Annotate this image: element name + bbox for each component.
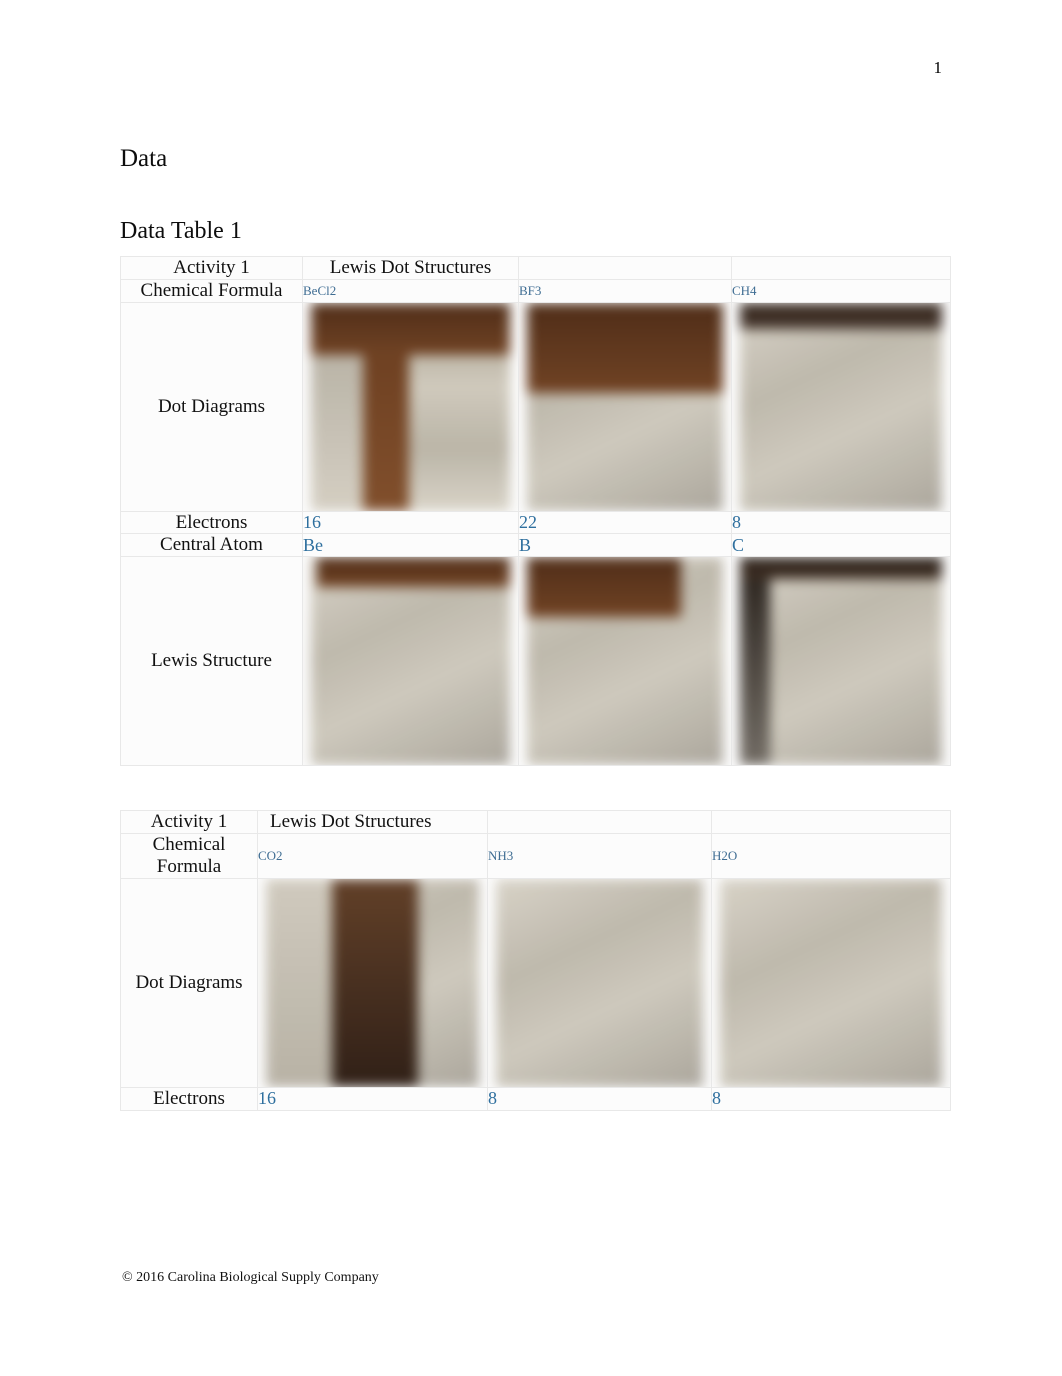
lewis-structure-image-becl2 bbox=[302, 556, 519, 767]
header-blank-3b bbox=[711, 810, 951, 835]
header-lewis-dot-structures-b: Lewis Dot Structures bbox=[257, 810, 488, 835]
header-blank-3 bbox=[731, 255, 951, 280]
table-row: Dot Diagrams bbox=[120, 877, 951, 1088]
formula-ch4: CH4 bbox=[731, 278, 951, 303]
blurred-photo bbox=[311, 302, 510, 511]
electrons-ch4: 8 bbox=[731, 510, 951, 535]
document-page: 1 Data Data Table 1 Activity 1 Lewis Dot… bbox=[0, 0, 1062, 1376]
row-label-lewis-structure: Lewis Structure bbox=[120, 556, 303, 767]
copyright-footer: © 2016 Carolina Biological Supply Compan… bbox=[122, 1270, 379, 1285]
table-row: Central Atom Be B C bbox=[120, 533, 951, 558]
data-table-2: Activity 1 Lewis Dot Structures Chemical… bbox=[120, 810, 951, 1111]
blurred-photo bbox=[527, 302, 723, 511]
header-activity-1: Activity 1 bbox=[120, 255, 303, 280]
page-number: 1 bbox=[933, 58, 943, 77]
blurred-photo bbox=[740, 557, 942, 766]
electrons-co2: 16 bbox=[257, 1086, 488, 1111]
data-table-1-heading: Data Table 1 bbox=[120, 217, 242, 244]
lewis-structure-image-ch4 bbox=[731, 556, 951, 767]
formula-bf3: BF3 bbox=[518, 278, 732, 303]
header-blank-2 bbox=[518, 255, 732, 280]
row-label-central-atom: Central Atom bbox=[120, 533, 303, 558]
electrons-bf3: 22 bbox=[518, 510, 732, 535]
data-table-1: Activity 1 Lewis Dot Structures Chemical… bbox=[120, 255, 951, 767]
blurred-photo bbox=[266, 878, 479, 1087]
dot-diagram-image-h2o bbox=[711, 877, 951, 1088]
row-label-chemical-formula: Chemical Formula bbox=[120, 278, 303, 303]
electrons-becl2: 16 bbox=[302, 510, 519, 535]
dot-diagram-image-becl2 bbox=[302, 301, 519, 512]
lewis-structure-image-bf3 bbox=[518, 556, 732, 767]
table-row: Dot Diagrams bbox=[120, 301, 951, 512]
table-row: Lewis Structure bbox=[120, 556, 951, 767]
table-row: Chemical Formula CO2 NH3 H2O bbox=[120, 833, 951, 879]
row-label-dot-diagrams-b: Dot Diagrams bbox=[120, 877, 258, 1088]
table-row: Activity 1 Lewis Dot Structures bbox=[120, 810, 951, 835]
dot-diagram-image-ch4 bbox=[731, 301, 951, 512]
blurred-photo bbox=[496, 878, 703, 1087]
row-label-electrons-b: Electrons bbox=[120, 1086, 258, 1111]
section-heading-data: Data bbox=[120, 145, 168, 172]
document-content: Data Data Table 1 Activity 1 Lewis Dot S… bbox=[120, 145, 960, 1111]
header-blank-2b bbox=[487, 810, 712, 835]
blurred-photo bbox=[311, 557, 510, 766]
dot-diagram-image-nh3 bbox=[487, 877, 712, 1088]
row-label-chemical-formula-b: Chemical Formula bbox=[120, 833, 258, 879]
central-atom-becl2: Be bbox=[302, 533, 519, 558]
central-atom-bf3: B bbox=[518, 533, 732, 558]
dot-diagram-image-bf3 bbox=[518, 301, 732, 512]
electrons-h2o: 8 bbox=[711, 1086, 951, 1111]
formula-nh3: NH3 bbox=[487, 833, 712, 879]
formula-h2o: H2O bbox=[711, 833, 951, 879]
electrons-nh3: 8 bbox=[487, 1086, 712, 1111]
formula-becl2: BeCl2 bbox=[302, 278, 519, 303]
blurred-photo bbox=[527, 557, 723, 766]
central-atom-ch4: C bbox=[731, 533, 951, 558]
blurred-photo bbox=[720, 878, 942, 1087]
header-activity-1-b: Activity 1 bbox=[120, 810, 258, 835]
blurred-photo bbox=[740, 302, 942, 511]
table-row: Electrons 16 8 8 bbox=[120, 1086, 951, 1111]
formula-co2: CO2 bbox=[257, 833, 488, 879]
table-row: Chemical Formula BeCl2 BF3 CH4 bbox=[120, 278, 951, 303]
dot-diagram-image-co2 bbox=[257, 877, 488, 1088]
row-label-dot-diagrams: Dot Diagrams bbox=[120, 301, 303, 512]
table-row: Activity 1 Lewis Dot Structures bbox=[120, 255, 951, 280]
row-label-electrons: Electrons bbox=[120, 510, 303, 535]
header-lewis-dot-structures: Lewis Dot Structures bbox=[302, 255, 519, 280]
table-row: Electrons 16 22 8 bbox=[120, 510, 951, 535]
